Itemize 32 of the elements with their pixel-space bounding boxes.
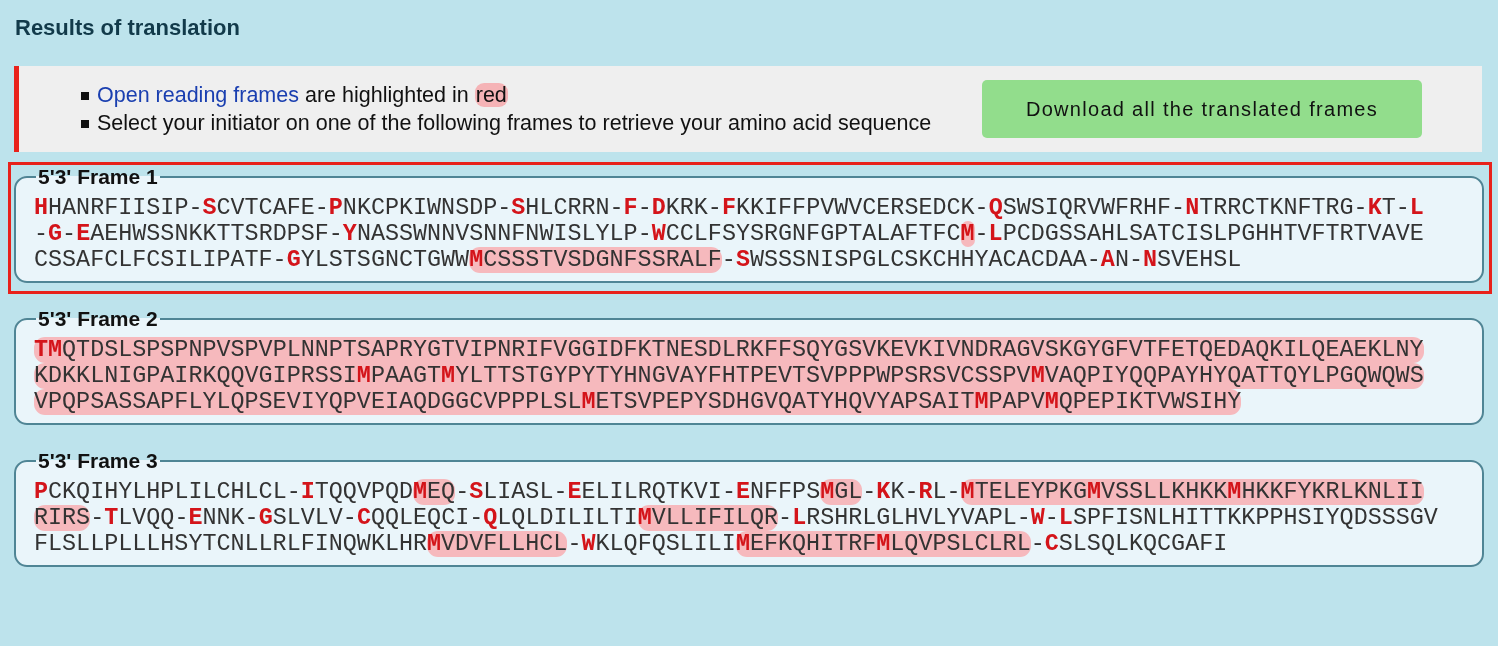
sequence-text: -LPCDGSSAHLSATCISLPGHHTVFTRTVAVE [974,221,1424,247]
orf-highlight[interactable]: MEQ [413,479,456,505]
download-button[interactable]: Download all the translated frames [982,80,1422,138]
sequence-text: -LRSHRLGLHVLYVAPL-W-LSPFISNLHITTKKPPHSIYQDSSSGV [778,505,1438,531]
sequence-text: CSSAFCLFCSILIPATF-GYLSTSGNCTGWW [34,247,470,273]
sequence-text: -KK-RL- [862,479,961,505]
orf-highlight[interactable]: VPQPSASSAPFLYLQPSEVIYQPVEIAQDGGCVPPPLSLMETSVPEPYSDHGVQATYHQVYAPSAITMPAPVMQPEPIKTVWSIHY [34,389,1242,415]
orf-link[interactable]: Open reading frames [97,83,299,107]
frame-title: 5'3' Frame 3 [37,449,159,473]
sequence-text: -SLIASL-EELILRQTKVI-ENFFPS [455,479,821,505]
sequence-text: -SWSSSNISPGLCSKCHHYACACDAA-AN-NSVEHSL [721,247,1242,273]
orf-highlight[interactable]: MVDVFLLHCL [427,531,568,557]
sequence-text: PCKQIHYLHPLILCHLCL-ITQQVPQD [34,479,414,505]
orf-highlight[interactable]: MVLLIFILQR [637,505,779,531]
frame-title: 5'3' Frame 2 [37,307,159,331]
sequence-text: -CSLSQLKQCGAFI [1030,531,1228,557]
page-title: Results of translation [15,14,241,42]
orf-highlight[interactable]: TMQTDSLSPSPNPVSPVPLNNPTSAPRYGTVIPNRIFVGGIDFKTNESDLRKFFSQYGSVKEVKIVNDRAGVSKGYGFVTFETQEDAQKILQEAEKLNY [34,337,1424,363]
info-text: Select your initiator on one of the following frames to retrieve your amino acid sequence [97,110,932,137]
orf-highlight[interactable]: RIRS [34,505,91,531]
sequence-text: HHANRFIISIP-SCVTCAFE-PNKCPKIWNSDP-SHLCRRN-F-DKRK-FKKIFFPVWVCERSEDCK-QSWSIQRVWFRHF-NTRRCTKNFTRG-KT-L [34,195,1424,221]
sequence-text: -G-EAEHWSSNKKTTSRDPSF-YNASSWNNVSNNFNWISLYLP-WCCLFSYSRGNFGPTALAFTFC [34,221,961,247]
orf-highlight[interactable]: MCSSSTVSDGNFSSRALF [469,247,722,273]
orf-highlight[interactable]: KDKKLNIGPAIRKQQVGIPRSSIMPAAGTMYLTTSTGYPYTYHNGVAYFHTPEVTSVPPPWPSRSVCSSPVMVAQPIYQQPAYHYQATTQYLPGQWQWS [34,363,1424,389]
sequence-text: -TLVQQ-ENNK-GSLVLV-CQQLEQCI-QLQLDILILTI [90,505,638,531]
frame-title: 5'3' Frame 1 [37,165,159,189]
orf-highlight[interactable]: MGL [820,479,863,505]
orf-highlight[interactable]: MTELEYPKGMVSSLLKHKKMHKKFYKRLKNLII [960,479,1424,505]
sequence-text: -WKLQFQSLILI [567,531,736,557]
orf-highlight[interactable]: MEFKQHITRFMLQVPSLCLRL [735,531,1031,557]
info-text: Open reading frames are highlighted in red [97,82,508,109]
sequence-text: FLSLLPLLLHSYTCNLLRLFINQWKLHR [34,531,428,557]
